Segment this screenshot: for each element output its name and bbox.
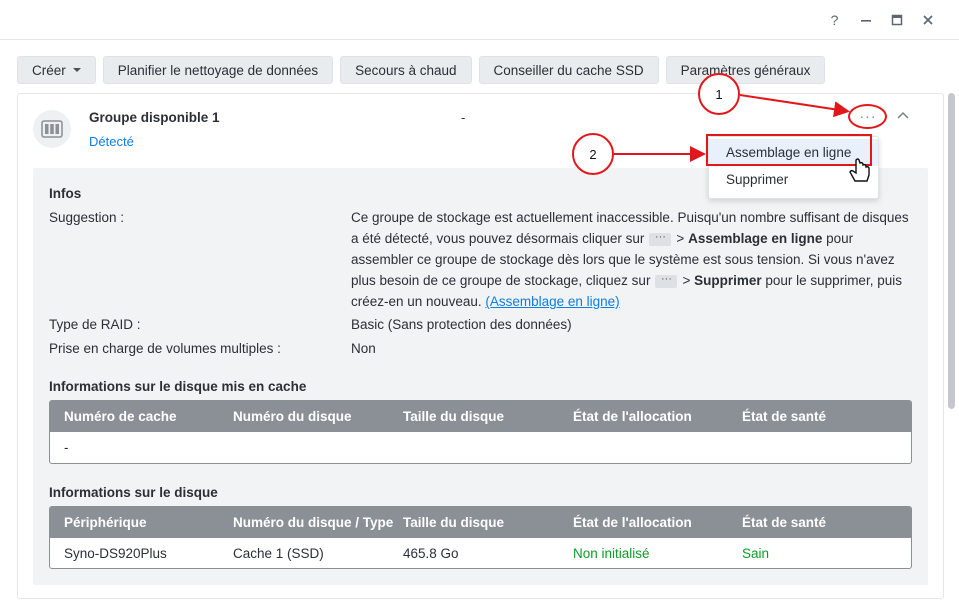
column-header: Périphérique [64, 515, 147, 530]
disk-table: Périphérique Numéro du disque / Type Tai… [49, 506, 912, 569]
raid-type-value: Basic (Sans protection des données) [351, 317, 572, 332]
caret-down-icon [72, 68, 81, 72]
storage-pool-icon [33, 110, 71, 148]
column-header: État de santé [742, 409, 827, 424]
more-icon-inline-2: ··· [655, 273, 678, 288]
minimize-button[interactable] [850, 10, 881, 30]
help-link[interactable]: (Assemblage en ligne) [485, 294, 619, 309]
create-label: Créer [32, 62, 66, 78]
scrollbar[interactable] [948, 93, 955, 409]
multi-volume-value: Non [351, 341, 376, 356]
global-settings-button[interactable]: Paramètres généraux [665, 56, 826, 84]
cache-table: Numéro de cache Numéro du disque Taille … [49, 400, 912, 464]
separator-2: > [682, 273, 691, 288]
separator: > [676, 231, 685, 246]
health-status-cell: Sain [742, 546, 770, 561]
annotation-step-2-label: 2 [589, 146, 597, 162]
column-header: État de l'allocation [573, 515, 692, 530]
allocation-status-cell: Non initialisé [573, 546, 650, 561]
window-titlebar: ? [0, 0, 959, 40]
raid-type-label: Type de RAID : [49, 317, 141, 332]
schedule-cleanup-label: Planifier le nettoyage de données [117, 62, 319, 78]
menu-item-delete[interactable]: Supprimer [709, 166, 878, 193]
pool-status: Détecté [89, 134, 134, 149]
annotation-step-2: 2 [572, 133, 614, 175]
chevron-up-icon [897, 111, 909, 119]
column-header: Taille du disque [403, 409, 505, 424]
info-heading: Infos [49, 186, 82, 201]
collapse-button[interactable] [894, 107, 912, 125]
disk-table-header: Périphérique Numéro du disque / Type Tai… [50, 507, 911, 538]
global-settings-label: Paramètres généraux [680, 62, 811, 78]
suggestion-label: Suggestion : [49, 210, 125, 225]
ssd-cache-advisor-button[interactable]: Conseiller du cache SSD [478, 56, 659, 84]
window-controls: ? [819, 10, 943, 30]
maximize-icon [891, 14, 902, 26]
hot-spare-button[interactable]: Secours à chaud [340, 56, 472, 84]
column-header: Numéro du disque [233, 409, 352, 424]
annotation-step-1-label: 1 [715, 86, 723, 102]
column-header: Numéro de cache [64, 409, 177, 424]
disk-size-cell: 465.8 Go [403, 546, 459, 561]
cache-table-heading: Informations sur le disque mis en cache [49, 379, 307, 394]
table-cell: - [64, 440, 69, 455]
device-cell: Syno-DS920Plus [64, 546, 167, 561]
column-header: Numéro du disque / Type [233, 515, 394, 530]
close-button[interactable] [912, 10, 943, 30]
pool-summary-value: - [461, 110, 466, 125]
close-icon [922, 15, 933, 25]
annotation-highlight-more [848, 104, 887, 129]
multi-volume-label: Prise en charge de volumes multiples : [49, 341, 281, 356]
column-header: État de l'allocation [573, 409, 692, 424]
hot-spare-label: Secours à chaud [355, 62, 457, 78]
annotation-step-1: 1 [698, 73, 740, 115]
create-button[interactable]: Créer [17, 56, 96, 84]
maximize-button[interactable] [881, 10, 912, 30]
ssd-cache-advisor-label: Conseiller du cache SSD [493, 62, 644, 78]
more-icon-inline: ··· [649, 231, 672, 246]
suggestion-text: Ce groupe de stockage est actuellement i… [351, 207, 911, 312]
annotation-highlight-menu-item [706, 134, 872, 166]
column-header: État de santé [742, 515, 827, 530]
column-header: Taille du disque [403, 515, 505, 530]
table-row[interactable]: - [50, 432, 911, 463]
delete-bold: Supprimer [694, 273, 762, 288]
disk-table-heading: Informations sur le disque [49, 485, 218, 500]
assemble-bold: Assemblage en ligne [688, 231, 823, 246]
help-icon: ? [830, 12, 839, 28]
minimize-icon [860, 20, 871, 22]
schedule-cleanup-button[interactable]: Planifier le nettoyage de données [102, 56, 334, 84]
help-button[interactable]: ? [819, 10, 850, 30]
disk-number-cell: Cache 1 (SSD) [233, 546, 324, 561]
table-row[interactable]: Syno-DS920Plus Cache 1 (SSD) 465.8 Go No… [50, 538, 911, 568]
cache-table-header: Numéro de cache Numéro du disque Taille … [50, 401, 911, 432]
pool-title: Groupe disponible 1 [89, 110, 220, 125]
